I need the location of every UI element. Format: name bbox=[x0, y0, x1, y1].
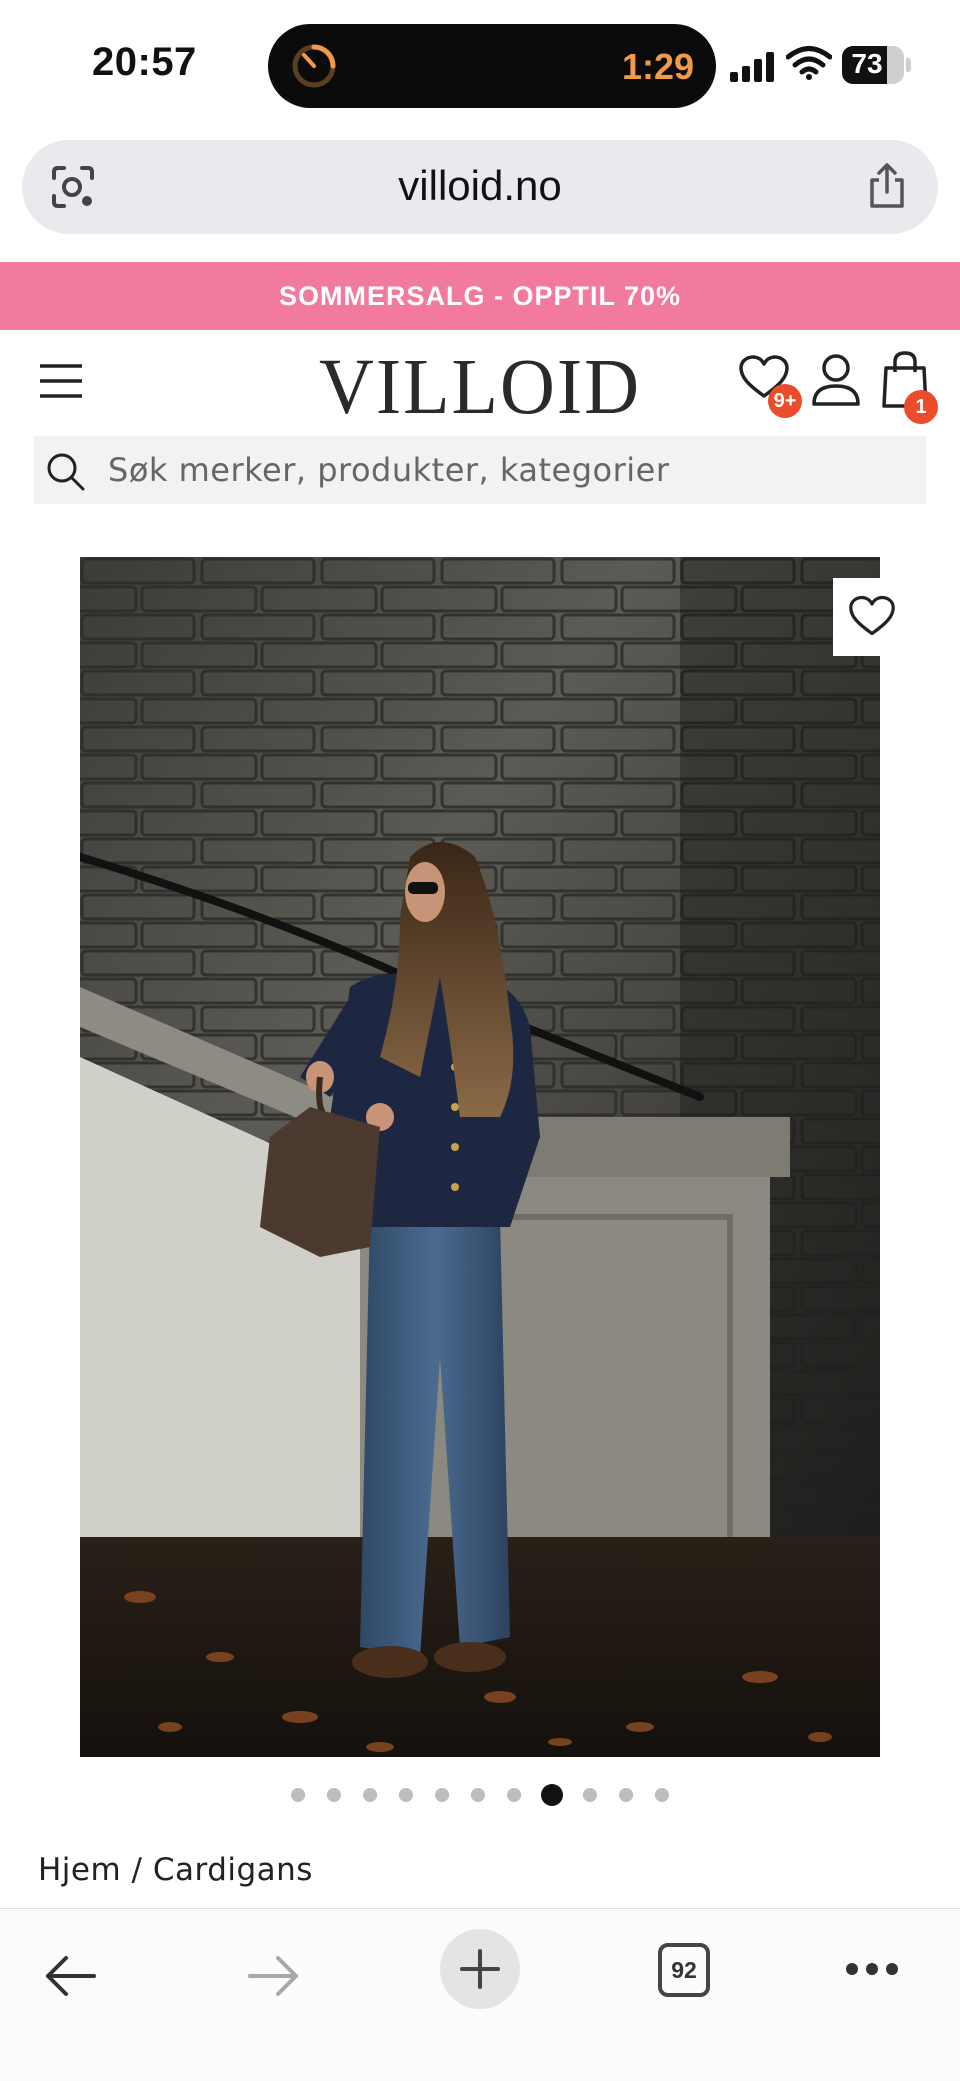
battery-percent: 73 bbox=[851, 48, 883, 79]
heart-icon bbox=[849, 595, 895, 636]
more-options-icon[interactable] bbox=[844, 1961, 900, 1977]
search-input[interactable] bbox=[108, 436, 908, 504]
cart-count-badge: 1 bbox=[904, 390, 938, 424]
carousel-dot[interactable] bbox=[655, 1788, 669, 1802]
plus-icon bbox=[460, 1949, 500, 1989]
product-favorite-button[interactable] bbox=[833, 578, 911, 656]
account-button[interactable] bbox=[810, 352, 862, 410]
browser-toolbar: 92 bbox=[0, 1908, 960, 2081]
user-icon bbox=[812, 354, 860, 406]
wishlist-count-badge: 9+ bbox=[768, 384, 802, 418]
search-icon[interactable] bbox=[44, 450, 86, 492]
cart-button[interactable]: 1 bbox=[880, 350, 940, 424]
status-time: 20:57 bbox=[92, 40, 197, 84]
wifi-icon bbox=[786, 46, 832, 80]
carousel-dot[interactable] bbox=[507, 1788, 521, 1802]
product-image[interactable] bbox=[80, 557, 880, 1757]
carousel-dot[interactable] bbox=[471, 1788, 485, 1802]
product-photo bbox=[80, 557, 880, 1757]
address-bar[interactable]: villoid.no bbox=[22, 140, 938, 234]
carousel-dot[interactable] bbox=[435, 1788, 449, 1802]
carousel-dot[interactable] bbox=[583, 1788, 597, 1802]
carousel-dot[interactable] bbox=[291, 1788, 305, 1802]
breadcrumb[interactable]: Hjem / Cardigans bbox=[38, 1852, 313, 1888]
forward-arrow-icon[interactable] bbox=[246, 1953, 302, 1999]
carousel-dot[interactable] bbox=[541, 1784, 563, 1806]
carousel-dot[interactable] bbox=[619, 1788, 633, 1802]
url-text: villoid.no bbox=[398, 162, 562, 209]
carousel-dot[interactable] bbox=[327, 1788, 341, 1802]
new-tab-button[interactable] bbox=[440, 1929, 520, 2009]
carousel-pagination bbox=[0, 1784, 960, 1814]
wishlist-button[interactable]: 9+ bbox=[738, 354, 802, 418]
battery-icon: 73 bbox=[842, 46, 912, 84]
promo-banner[interactable]: SOMMERSALG - OPPTIL 70% bbox=[0, 262, 960, 330]
dynamic-island[interactable]: 1:29 bbox=[268, 24, 716, 108]
carousel-dot[interactable] bbox=[399, 1788, 413, 1802]
back-arrow-icon[interactable] bbox=[42, 1953, 98, 1999]
tab-switcher-button[interactable]: 92 bbox=[658, 1943, 710, 1997]
carousel-dot[interactable] bbox=[363, 1788, 377, 1802]
site-header: VILLOID 9+ 1 bbox=[0, 330, 960, 432]
timer-text: 1:29 bbox=[621, 46, 694, 87]
timer-icon bbox=[292, 44, 336, 88]
share-icon[interactable] bbox=[866, 162, 908, 210]
status-bar: 20:57 1:29 73 bbox=[0, 0, 960, 130]
search-bar[interactable] bbox=[34, 436, 926, 504]
cellular-signal-icon bbox=[730, 52, 774, 82]
